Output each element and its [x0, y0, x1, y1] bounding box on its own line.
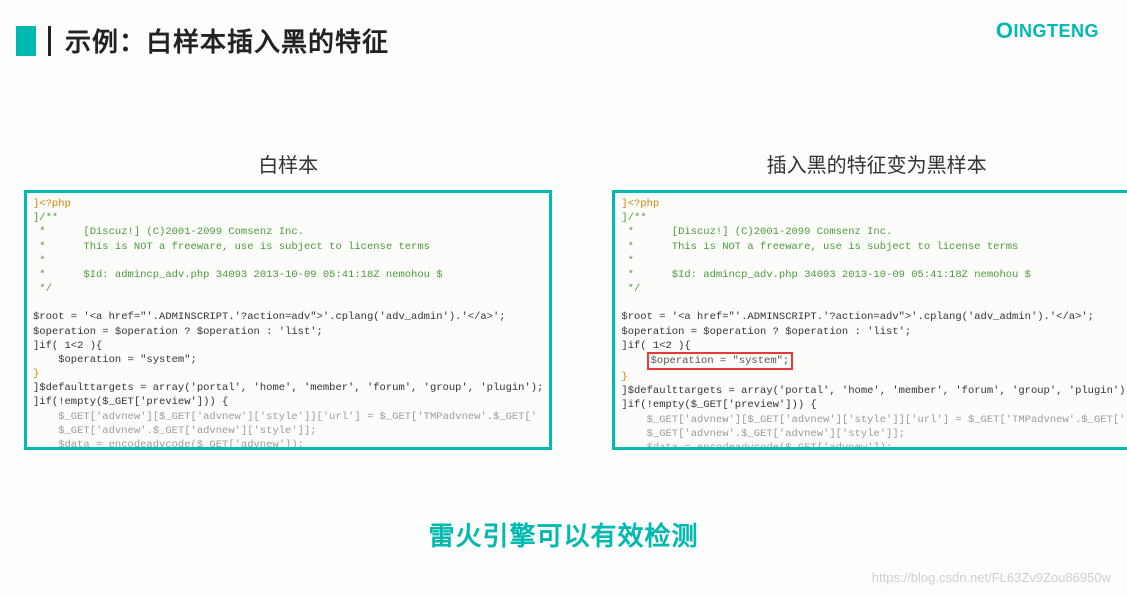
- left-panel-title: 白样本: [24, 149, 552, 178]
- white-sample-code: ]<?php ]/** * [Discuz!] (C)2001-2099 Com…: [24, 190, 552, 450]
- brand-logo: OQINGTENGINGTENG: [996, 18, 1099, 44]
- slide-title: 示例：白样本插入黑的特征: [65, 22, 389, 59]
- watermark: https://blog.csdn.net/FL63Zv9Zou86950w: [872, 570, 1111, 585]
- highlight-box: $operation = "system";: [647, 352, 794, 370]
- right-panel-title: 插入黑的特征变为黑样本: [612, 149, 1127, 178]
- footer-statement: 雷火引擎可以有效检测: [0, 516, 1127, 553]
- black-sample-code: ]<?php ]/** * [Discuz!] (C)2001-2099 Com…: [612, 190, 1127, 450]
- accent-bar: [16, 26, 36, 56]
- vertical-rule: [48, 26, 51, 56]
